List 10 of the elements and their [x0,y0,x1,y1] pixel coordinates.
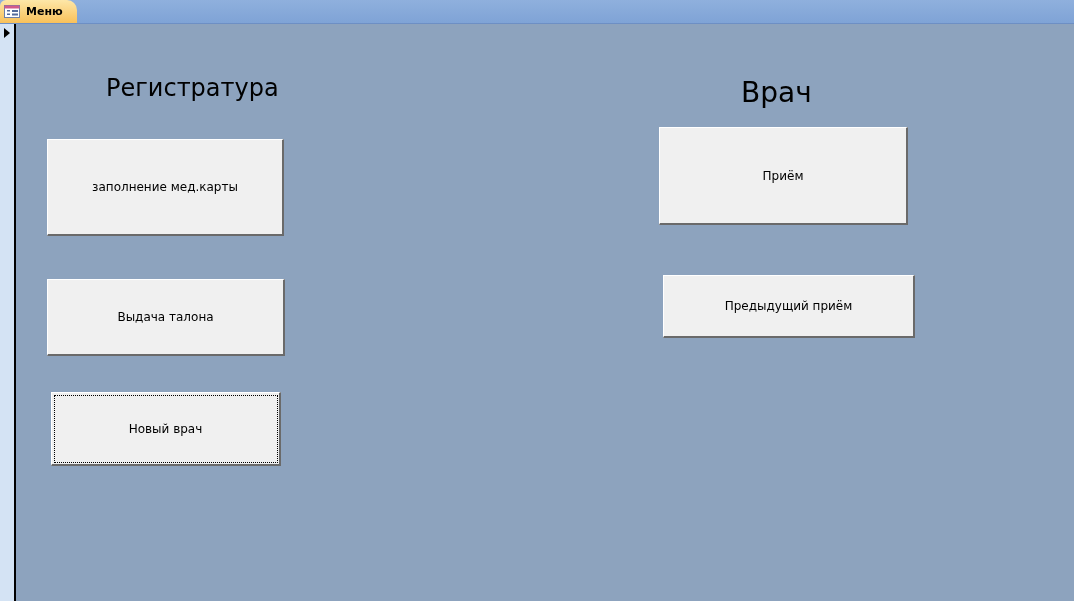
form-icon [4,5,20,18]
menu-button[interactable]: Предыдущий приём [663,275,915,338]
section-heading: Врач [741,76,812,109]
record-pointer-icon [4,28,10,38]
menu-button[interactable]: Приём [659,127,908,225]
menu-button[interactable]: заполнение мед.карты [47,139,284,236]
menu-button[interactable]: Новый врач [51,392,281,466]
menu-button[interactable]: Выдача талона [47,279,285,356]
section-heading: Регистратура [106,74,279,102]
form-tab[interactable]: Меню [0,0,77,23]
